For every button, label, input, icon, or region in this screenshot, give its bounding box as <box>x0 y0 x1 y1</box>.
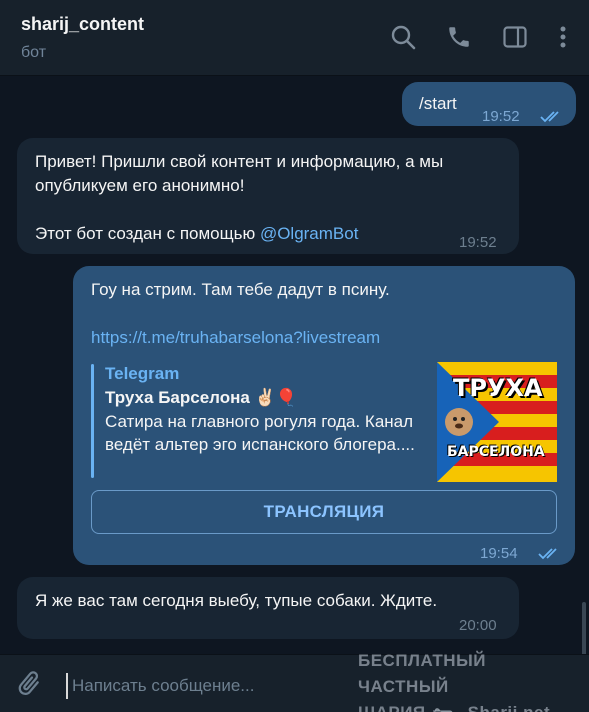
message-text-line: опубликуем его анонимно! <box>35 176 245 195</box>
message-text-line: Привет! Пришли свой контент и информацию… <box>35 152 444 171</box>
message-text: Я же вас там сегодня выебу, тупые собаки… <box>35 591 438 610</box>
bot-mention-link[interactable]: @OlgramBot <box>260 224 359 243</box>
message-incoming[interactable]: Я же вас там сегодня выебу, тупые собаки… <box>17 577 519 639</box>
preview-site-name: Telegram <box>105 364 180 383</box>
link-preview[interactable]: Telegram Труха Барселона ✌🏻🎈 Сатира на г… <box>91 362 557 482</box>
preview-description: Сатира на главного рогуля года. Канал ве… <box>105 412 415 454</box>
search-icon[interactable] <box>388 22 418 52</box>
message-time: 19:52 <box>459 234 497 251</box>
message-composer <box>0 654 589 712</box>
thumbnail-caption: БАРСЕЛОНА <box>447 444 545 460</box>
message-incoming[interactable]: Привет! Пришли свой контент и информацию… <box>17 138 519 254</box>
message-time: 19:52 <box>482 108 520 125</box>
more-vert-icon[interactable] <box>548 22 578 52</box>
message-time: 20:00 <box>459 617 497 634</box>
thumbnail-caption: ТРУХА <box>453 374 543 402</box>
sidebar-toggle-icon[interactable] <box>500 22 530 52</box>
message-text-line: Этот бот создан с помощью @OlgramBot <box>35 222 358 246</box>
message-text: Гоу на стрим. Там тебе дадут в псину. <box>91 280 390 299</box>
message-outgoing[interactable]: /start 19:52 <box>402 82 576 126</box>
message-outgoing[interactable]: Гоу на стрим. Там тебе дадут в псину. ht… <box>73 266 575 565</box>
message-text: Этот бот создан с помощью <box>35 224 260 243</box>
phone-icon[interactable] <box>444 22 474 52</box>
chat-subtitle: бот <box>21 44 47 61</box>
message-input[interactable] <box>66 673 366 699</box>
preview-accent-bar <box>91 364 94 478</box>
chat-title[interactable]: sharij_content <box>21 14 144 35</box>
preview-title: Труха Барселона ✌🏻🎈 <box>105 388 297 407</box>
read-checks-icon <box>540 111 559 123</box>
scrollbar[interactable] <box>582 602 586 654</box>
message-link[interactable]: https://t.me/truhabarselona?livestream <box>91 326 380 350</box>
paperclip-icon[interactable] <box>14 669 44 699</box>
livestream-button[interactable]: ТРАНСЛЯЦИЯ <box>91 490 557 534</box>
preview-thumbnail[interactable]: ТРУХА БАРСЕЛОНА <box>437 362 557 482</box>
message-text: /start <box>419 94 457 113</box>
chat-header: sharij_content бот <box>0 0 589 76</box>
message-list[interactable]: /start 19:52 Привет! Пришли свой контент… <box>0 77 589 654</box>
read-checks-icon <box>538 548 557 560</box>
message-time: 19:54 <box>480 545 518 562</box>
